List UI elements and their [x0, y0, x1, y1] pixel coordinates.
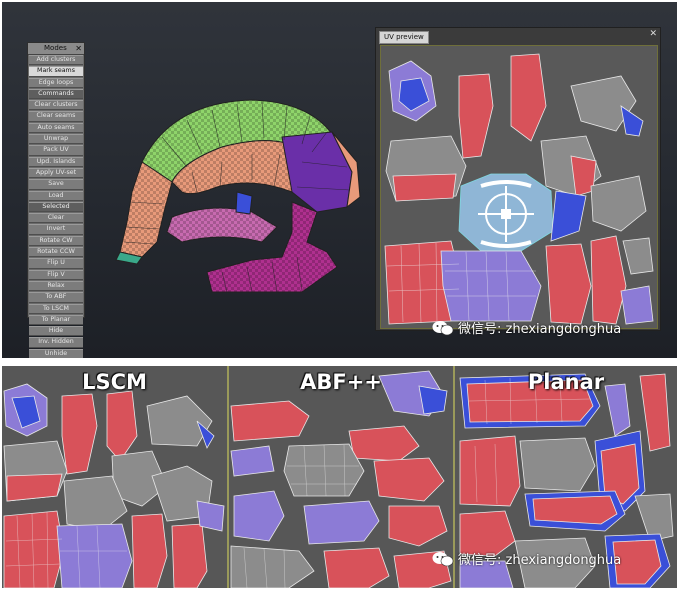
mode-button-mark-seams[interactable]: Mark seams — [29, 66, 83, 77]
mode-button-invert[interactable]: Invert — [29, 224, 83, 235]
comparison-panel: LSCM ABF++ Planar 微信号: zhexiangdonghua — [2, 366, 677, 588]
mode-button-unhide[interactable]: Unhide — [29, 348, 83, 358]
mode-button-rotate-cw[interactable]: Rotate CW — [29, 235, 83, 247]
section-header-selected: Selected — [29, 201, 83, 213]
modes-button-list: Add clusters Mark seams Edge loops Commands… — [28, 55, 84, 358]
mode-button-clear[interactable]: Clear — [29, 213, 83, 224]
mode-button-upd-islands[interactable]: Upd. Islands — [29, 156, 83, 167]
mode-button-auto-seams[interactable]: Auto seams — [29, 122, 83, 134]
mode-button-inv-hidden[interactable]: Inv. Hidden — [29, 337, 83, 348]
mode-button-to-planar[interactable]: To Planar — [29, 314, 83, 326]
mode-button-unwrap[interactable]: Unwrap — [29, 134, 83, 145]
section-header-commands: Commands — [29, 88, 83, 100]
label-abf: ABF++ — [300, 370, 382, 394]
watermark: 微信号: zhexiangdonghua — [432, 318, 621, 337]
uv-preview-window: UV preview ✕ — [375, 27, 661, 331]
mode-button-clear-seams[interactable]: Clear seams — [29, 111, 83, 122]
wechat-icon — [432, 551, 454, 566]
lscm-column: LSCM — [2, 366, 227, 588]
mode-button-clear-clusters[interactable]: Clear clusters — [29, 100, 83, 111]
mode-button-to-abf[interactable]: To ABF — [29, 292, 83, 303]
modes-panel-title: Modes — [44, 44, 67, 52]
mode-button-hide[interactable]: Hide — [29, 326, 83, 337]
mode-button-add-clusters[interactable]: Add clusters — [29, 55, 83, 66]
mode-button-to-lscm[interactable]: To LSCM — [29, 303, 83, 314]
close-icon[interactable]: ✕ — [75, 43, 82, 54]
mesh-model[interactable] — [102, 92, 372, 302]
abf-column: ABF++ — [229, 366, 453, 588]
label-lscm: LSCM — [82, 370, 147, 394]
mode-button-flip-u[interactable]: Flip U — [29, 258, 83, 269]
mode-button-rotate-ccw[interactable]: Rotate CCW — [29, 247, 83, 258]
3d-viewport[interactable]: Modes ✕ Add clusters Mark seams Edge loops… — [2, 2, 677, 358]
mode-button-flip-v[interactable]: Flip V — [29, 269, 83, 280]
mode-button-edge-loops[interactable]: Edge loops — [29, 77, 83, 88]
modes-panel: Modes ✕ Add clusters Mark seams Edge loops… — [27, 42, 85, 358]
watermark-text: 微信号: zhexiangdonghua — [458, 553, 622, 568]
wechat-icon — [432, 320, 454, 335]
lscm-uv-layout — [3, 383, 225, 588]
mode-button-save[interactable]: Save — [29, 179, 83, 190]
tab-uv-preview[interactable]: UV preview — [379, 31, 429, 44]
mode-button-relax[interactable]: Relax — [29, 280, 83, 292]
mode-button-load[interactable]: Load — [29, 190, 83, 201]
mode-button-pack-uv[interactable]: Pack UV — [29, 145, 83, 156]
modes-panel-header[interactable]: Modes ✕ — [28, 43, 84, 55]
watermark-text: 微信号: zhexiangdonghua — [458, 322, 622, 337]
abf-uv-layout — [230, 370, 452, 588]
close-icon[interactable]: ✕ — [649, 29, 657, 39]
watermark: 微信号: zhexiangdonghua — [432, 549, 621, 568]
label-planar: Planar — [527, 370, 605, 394]
uv-islands — [384, 53, 654, 325]
mode-button-apply-uv-set[interactable]: Apply UV-set — [29, 167, 83, 179]
uv-canvas[interactable] — [380, 45, 658, 329]
